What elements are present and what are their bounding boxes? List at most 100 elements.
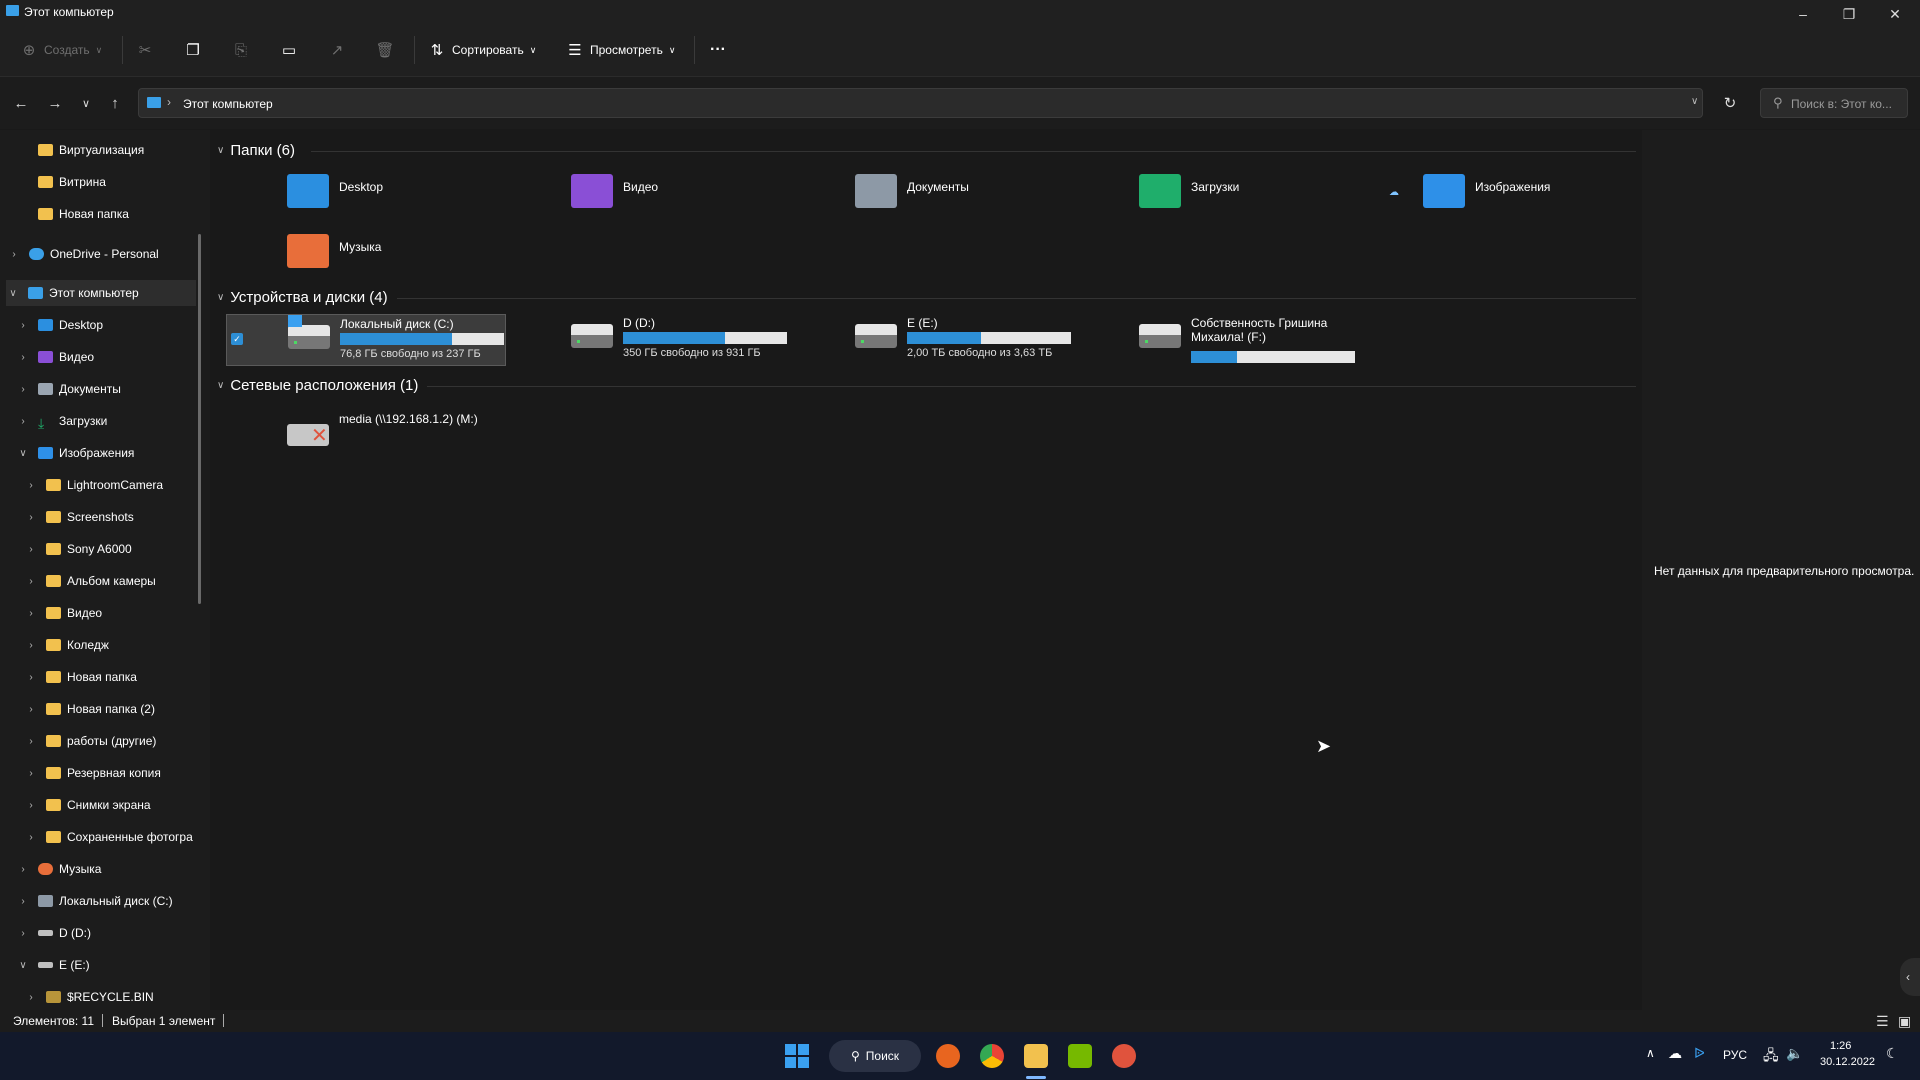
bluetooth-tray-icon[interactable]: ᐉ	[1694, 1045, 1705, 1062]
sidebar-item-virtualization[interactable]: Виртуализация	[38, 137, 210, 163]
sidebar-item-pictures-subfolder[interactable]: › Sony A6000	[24, 536, 210, 562]
sidebar-item-showcase[interactable]: Витрина	[38, 169, 210, 195]
chevron-right-icon[interactable]: ›	[16, 896, 30, 907]
sidebar-item-recycle-bin[interactable]: › $RECYCLE.BIN	[24, 984, 210, 1010]
sidebar-item-drive-d[interactable]: › D (D:)	[16, 920, 210, 946]
folder-tile[interactable]: Видео	[571, 170, 821, 224]
nvidia-icon[interactable]	[1068, 1044, 1092, 1068]
tiles-view-icon[interactable]: ▣	[1898, 1013, 1911, 1030]
forward-arrow-icon[interactable]: →	[43, 91, 67, 115]
sidebar-item-onedrive[interactable]: › OneDrive - Personal	[7, 241, 207, 267]
view-button[interactable]: ☰ Просмотреть ∨	[566, 38, 675, 62]
create-button[interactable]: ⊕ Создать ∨	[20, 38, 103, 62]
details-view-icon[interactable]: ☰	[1876, 1013, 1889, 1030]
search-input[interactable]: ⚲ Поиск в: Этот ко...	[1760, 88, 1908, 118]
group-header-folders[interactable]: ∨ Папки (6)	[217, 140, 295, 160]
clock-date[interactable]: 30.12.2022	[1820, 1056, 1875, 1068]
chevron-down-icon[interactable]: ∨	[6, 288, 20, 299]
chrome-icon[interactable]	[980, 1044, 1004, 1068]
folder-tile[interactable]: Desktop	[287, 170, 537, 224]
chevron-right-icon[interactable]: ›	[24, 704, 38, 715]
chevron-right-icon[interactable]: ›	[24, 480, 38, 491]
sidebar-item-new-folder[interactable]: Новая папка	[38, 201, 210, 227]
sidebar-item-pictures-subfolder[interactable]: › Сохраненные фотогра	[24, 824, 210, 850]
sidebar-item-pictures[interactable]: ∨ Изображения	[16, 440, 210, 466]
recent-locations-chevron-icon[interactable]: ∨	[74, 91, 98, 115]
windows-start-icon[interactable]	[785, 1044, 809, 1068]
network-tray-icon[interactable]: 🖧	[1763, 1045, 1779, 1069]
sidebar-item-pictures-subfolder[interactable]: › Коледж	[24, 632, 210, 658]
address-bar[interactable]: › Этот компьютер ∨	[138, 88, 1703, 118]
checkbox-checked-icon[interactable]: ✓	[231, 333, 243, 345]
chevron-right-icon[interactable]: ›	[24, 576, 38, 587]
drive-tile[interactable]: Собственность Гришина Михаила! (F:)	[1139, 314, 1359, 366]
sidebar-item-pictures-subfolder[interactable]: › Резервная копия	[24, 760, 210, 786]
chevron-right-icon[interactable]: ›	[16, 384, 30, 395]
back-arrow-icon[interactable]: ←	[9, 91, 33, 115]
up-arrow-icon[interactable]: ↑	[103, 91, 127, 115]
sidebar-item-downloads[interactable]: › ⤓ Загрузки	[16, 408, 210, 434]
chevron-right-icon[interactable]: ›	[24, 832, 38, 843]
folder-tile[interactable]: Загрузки	[1139, 170, 1389, 224]
drive-tile[interactable]: E (E:) 2,00 ТБ свободно из 3,63 ТБ	[855, 314, 1075, 366]
copy-button[interactable]: ❐	[184, 38, 202, 62]
chevron-right-icon[interactable]: ›	[24, 512, 38, 523]
refresh-icon[interactable]: ↻	[1718, 91, 1742, 115]
paste-button[interactable]: ⎘	[232, 38, 250, 62]
sidebar-item-music[interactable]: › Музыка	[16, 856, 210, 882]
chevron-right-icon[interactable]: ›	[16, 352, 30, 363]
network-drive-m[interactable]: ✕ media (\\192.168.1.2) (M:)	[287, 410, 507, 462]
chevron-right-icon[interactable]: ›	[24, 768, 38, 779]
chevron-right-icon[interactable]: ›	[16, 928, 30, 939]
app-icon-orange[interactable]	[936, 1044, 960, 1068]
more-options-button[interactable]: ···	[710, 38, 726, 62]
drive-tile[interactable]: ✓ Локальный диск (C:) 76,8 ГБ свободно из …	[226, 314, 506, 366]
chevron-right-icon[interactable]: ›	[24, 640, 38, 651]
group-header-network[interactable]: ∨ Сетевые расположения (1)	[217, 375, 418, 395]
file-explorer-icon[interactable]	[1024, 1044, 1048, 1068]
chevron-right-icon[interactable]: ›	[24, 672, 38, 683]
chevron-right-icon[interactable]: ›	[7, 249, 21, 260]
chevron-down-icon[interactable]: ∨	[16, 960, 30, 971]
chevron-right-icon[interactable]: ›	[24, 800, 38, 811]
sidebar-item-pictures-subfolder[interactable]: › Видео	[24, 600, 210, 626]
sidebar-item-pictures-subfolder[interactable]: › работы (другие)	[24, 728, 210, 754]
sidebar-item-videos[interactable]: › Видео	[16, 344, 210, 370]
drive-tile[interactable]: D (D:) 350 ГБ свободно из 931 ГБ	[571, 314, 791, 366]
sidebar-item-pictures-subfolder[interactable]: › Новая папка	[24, 664, 210, 690]
sidebar-item-pictures-subfolder[interactable]: › Альбом камеры	[24, 568, 210, 594]
delete-button[interactable]: 🗑	[375, 38, 394, 62]
sidebar-scrollbar[interactable]	[198, 234, 201, 604]
chevron-down-icon[interactable]: ∨	[16, 448, 30, 459]
folder-tile[interactable]: Музыка	[287, 230, 537, 284]
clock-time[interactable]: 1:26	[1830, 1040, 1851, 1052]
chevron-right-icon[interactable]: ›	[16, 416, 30, 427]
sidebar-item-pictures-subfolder[interactable]: › LightroomCamera	[24, 472, 210, 498]
breadcrumb-chevron-icon[interactable]: ›	[167, 95, 171, 109]
onedrive-tray-icon[interactable]: ☁	[1668, 1045, 1682, 1062]
folder-tile[interactable]: Документы	[855, 170, 1105, 224]
sidebar-item-drive-c[interactable]: › Локальный диск (C:)	[16, 888, 210, 914]
sidebar-item-documents[interactable]: › Документы	[16, 376, 210, 402]
address-dropdown-icon[interactable]: ∨	[1691, 96, 1698, 107]
sidebar-item-this-pc[interactable]: ∨ Этот компьютер	[6, 280, 196, 306]
widgets-collapse-button[interactable]: ‹	[1900, 958, 1920, 996]
sidebar-item-drive-e[interactable]: ∨ E (E:)	[16, 952, 210, 978]
sidebar-item-pictures-subfolder[interactable]: › Новая папка (2)	[24, 696, 210, 722]
language-indicator[interactable]: РУС	[1723, 1048, 1747, 1062]
folder-tile[interactable]: Изображения	[1423, 170, 1673, 224]
cut-button[interactable]: ✂	[136, 38, 154, 62]
volume-tray-icon[interactable]: 🔈	[1786, 1045, 1803, 1062]
chevron-right-icon[interactable]: ›	[16, 864, 30, 875]
sort-button[interactable]: ⇅ Сортировать ∨	[428, 38, 537, 62]
chevron-right-icon[interactable]: ›	[24, 544, 38, 555]
app-icon-red[interactable]	[1112, 1044, 1136, 1068]
taskbar-search-button[interactable]: ⚲ Поиск	[829, 1040, 921, 1072]
breadcrumb-this-pc[interactable]: Этот компьютер	[183, 97, 273, 111]
chevron-right-icon[interactable]: ›	[24, 992, 38, 1003]
tray-overflow-icon[interactable]: ∧	[1646, 1046, 1655, 1060]
group-header-devices[interactable]: ∨ Устройства и диски (4)	[217, 287, 388, 307]
chevron-right-icon[interactable]: ›	[16, 320, 30, 331]
sidebar-item-desktop[interactable]: › Desktop	[16, 312, 210, 338]
rename-button[interactable]: ▭	[280, 38, 298, 62]
